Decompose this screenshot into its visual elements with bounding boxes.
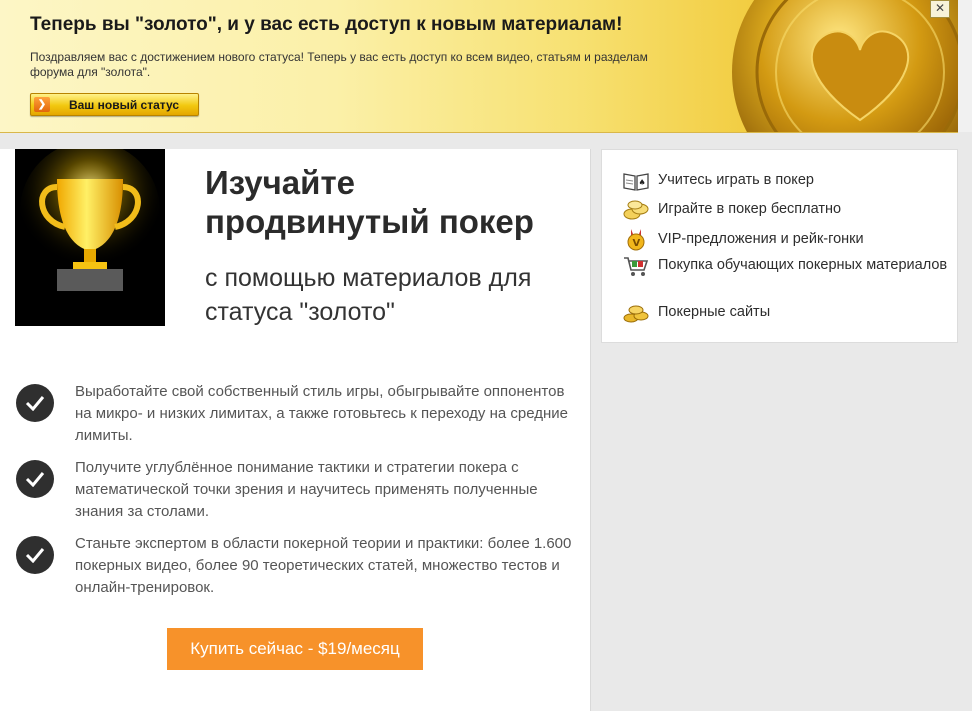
shopping-cart-icon	[624, 257, 649, 276]
book-icon: ♠	[623, 173, 649, 191]
checkmark-icon	[16, 460, 54, 498]
sidebar-menu: ♠ Учитесь играть в покер Играйте в покер…	[601, 149, 958, 343]
sidebar-item-shop[interactable]: Покупка обучающих покерных материалов	[622, 255, 952, 277]
sidebar-item-vip[interactable]: V VIP-предложения и рейк-гонки	[622, 229, 952, 251]
feature-item: Выработайте свой собственный стиль игры,…	[16, 381, 586, 451]
page-headline: Изучайте продвинутый покер	[205, 164, 534, 240]
sidebar-item-label: Учитесь играть в покер	[658, 172, 814, 188]
feature-item: Станьте экспертом в области покерной тео…	[16, 533, 586, 603]
feature-text: Станьте экспертом в области покерной тео…	[75, 535, 572, 596]
banner-right-gutter	[958, 0, 972, 132]
arrow-right-icon: ❯	[34, 97, 50, 112]
new-status-button[interactable]: ❯ Ваш новый статус	[30, 93, 199, 116]
main-panel: Изучайте продвинутый покер с помощью мат…	[0, 141, 591, 711]
sidebar-item-learn-poker[interactable]: ♠ Учитесь играть в покер	[622, 170, 952, 192]
banner-title: Теперь вы "золото", и у вас есть доступ …	[30, 14, 623, 35]
coins-icon	[623, 305, 649, 323]
gold-coin-icon	[732, 0, 958, 132]
feature-item: Получите углублённое понимание тактики и…	[16, 457, 586, 527]
feature-text: Получите углублённое понимание тактики и…	[75, 459, 538, 520]
close-button[interactable]: ✕	[930, 0, 950, 18]
gold-status-banner: Теперь вы "золото", и у вас есть доступ …	[0, 0, 958, 133]
sidebar-item-label: VIP-предложения и рейк-гонки	[658, 231, 864, 247]
checkmark-icon	[16, 536, 54, 574]
feature-text: Выработайте свой собственный стиль игры,…	[75, 383, 569, 444]
vip-medal-icon: V	[627, 229, 645, 251]
trophy-icon	[15, 141, 165, 326]
sidebar-item-label: Покупка обучающих покерных материалов	[658, 257, 948, 273]
sidebar-item-label: Играйте в покер бесплатно	[658, 201, 842, 217]
sidebar-item-play-free[interactable]: Играйте в покер бесплатно	[622, 199, 952, 221]
buy-now-button[interactable]: Купить сейчас - $19/месяц	[167, 628, 423, 670]
chips-icon	[623, 200, 649, 220]
svg-text:♠: ♠	[639, 178, 646, 187]
checkmark-icon	[16, 384, 54, 422]
sidebar-item-label: Покерные сайты	[658, 304, 771, 320]
svg-text:V: V	[633, 238, 641, 249]
banner-text: Поздравляем вас с достижением нового ста…	[30, 50, 648, 79]
new-status-button-label: Ваш новый статус	[68, 97, 180, 112]
page-subheadline: с помощью материалов для статуса "золото…	[205, 264, 532, 326]
sidebar-item-poker-sites[interactable]: Покерные сайты	[622, 302, 952, 324]
trophy-image	[15, 141, 165, 326]
